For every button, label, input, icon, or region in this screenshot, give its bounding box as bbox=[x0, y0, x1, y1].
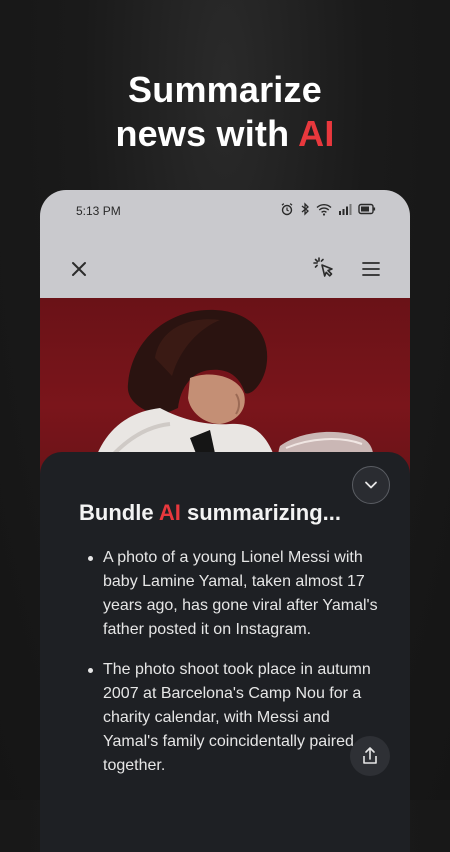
headline-line-2-prefix: news with bbox=[115, 113, 299, 154]
chevron-down-icon bbox=[365, 481, 377, 489]
wifi-icon bbox=[316, 203, 332, 219]
battery-icon bbox=[358, 203, 376, 218]
headline: Summarize news with AI bbox=[0, 68, 450, 156]
article-toolbar bbox=[40, 248, 410, 288]
signal-icon bbox=[338, 203, 352, 218]
summary-bullets: A photo of a young Lionel Messi with bab… bbox=[88, 546, 388, 794]
article-photo-illustration bbox=[90, 309, 374, 478]
headline-line-1: Summarize bbox=[128, 69, 322, 110]
summary-bullet: The photo shoot took place in autumn 200… bbox=[88, 658, 388, 778]
summary-title: Bundle AI summarizing... bbox=[79, 500, 341, 526]
summary-bullet: A photo of a young Lionel Messi with bab… bbox=[88, 546, 388, 642]
status-time: 5:13 PM bbox=[76, 204, 121, 218]
status-icons bbox=[280, 202, 376, 219]
summary-title-prefix: Bundle bbox=[79, 500, 159, 525]
article-photo bbox=[40, 298, 410, 478]
headline-line-2: news with AI bbox=[0, 112, 450, 156]
bluetooth-icon bbox=[300, 202, 310, 219]
collapse-button[interactable] bbox=[352, 466, 390, 504]
alarm-icon bbox=[280, 202, 294, 219]
ai-cursor-icon[interactable] bbox=[312, 256, 336, 280]
summary-title-accent: AI bbox=[158, 500, 181, 525]
menu-icon[interactable] bbox=[360, 258, 382, 280]
ai-summary-sheet: Bundle AI summarizing... A photo of a yo… bbox=[40, 452, 410, 852]
share-icon bbox=[363, 747, 377, 764]
status-bar: 5:13 PM bbox=[40, 190, 410, 230]
close-icon[interactable] bbox=[68, 258, 90, 280]
share-button[interactable] bbox=[350, 736, 390, 776]
headline-accent: AI bbox=[298, 113, 335, 154]
summary-title-suffix: summarizing... bbox=[180, 500, 342, 525]
